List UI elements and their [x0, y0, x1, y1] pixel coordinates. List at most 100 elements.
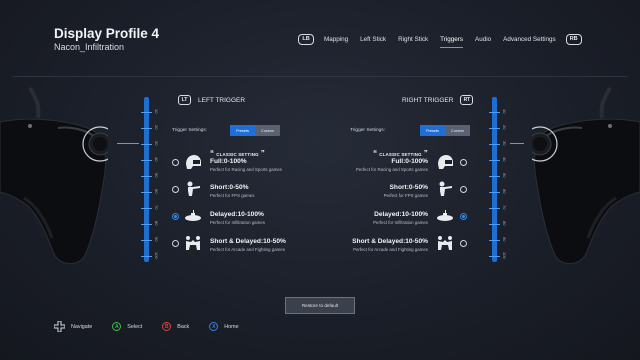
- right-option-short[interactable]: Short:0-50% Perfect for FPS games: [318, 177, 468, 203]
- scale-label: 90: [154, 237, 159, 242]
- radio-button[interactable]: [460, 240, 467, 247]
- scale-tick: [141, 256, 152, 257]
- fighters-icon: [186, 236, 200, 250]
- scale-label: 30: [154, 141, 159, 146]
- right-presets-button[interactable]: Presets: [420, 125, 445, 136]
- shooter-icon: [187, 181, 200, 196]
- header-divider: [12, 76, 628, 77]
- scale-label: 60: [154, 189, 159, 194]
- right-trigger-scale: 10 20 30 40 50 60 70 80 90 100: [488, 97, 512, 262]
- tab-advanced-settings[interactable]: Advanced Settings: [497, 32, 562, 46]
- profile-name: Nacon_Infiltration: [54, 42, 125, 52]
- scale-label: 60: [502, 189, 507, 194]
- rb-bumper-button[interactable]: RB: [565, 33, 582, 45]
- submarine-icon: [437, 210, 453, 221]
- hint-label: Home: [224, 323, 239, 330]
- right-controller-illustration: [532, 86, 640, 265]
- scale-tick: [489, 160, 500, 161]
- dpad-icon: [54, 321, 65, 332]
- left-option-delayed[interactable]: Delayed:10-100% Perfect for Infiltration…: [172, 204, 322, 230]
- left-option-short[interactable]: Short:0-50% Perfect for FPS games: [172, 177, 322, 203]
- scale-tick: [489, 224, 500, 225]
- scale-tick: [141, 192, 152, 193]
- scale-label: 20: [154, 125, 159, 130]
- left-trigger-scale: 10 20 30 40 50 60 70 80 90 100: [140, 97, 164, 262]
- scale-label: 10: [502, 109, 507, 114]
- scale-tick: [141, 240, 152, 241]
- scale-label: 90: [502, 237, 507, 242]
- hint-select: A Select: [112, 322, 142, 331]
- scale-label: 80: [154, 221, 159, 226]
- left-option-short-delayed[interactable]: Short & Delayed:10-50% Perfect for Arcad…: [172, 231, 322, 257]
- lt-badge: LT: [178, 95, 191, 105]
- hint-navigate: Navigate: [54, 321, 92, 332]
- left-presets-button[interactable]: Presets: [230, 125, 255, 136]
- scale-tick: [489, 256, 500, 257]
- option-description: Perfect for FPS games: [210, 193, 255, 198]
- option-name: Short & Delayed:10-50%: [210, 238, 286, 245]
- right-option-delayed[interactable]: Delayed:10-100% Perfect for Infiltration…: [318, 204, 468, 230]
- scale-tick: [489, 208, 500, 209]
- tab-left-stick[interactable]: Left Stick: [354, 32, 392, 46]
- option-description: Perfect for Arcade and Fighting games: [353, 247, 428, 252]
- scale-tick: [141, 224, 152, 225]
- left-controller-illustration: [0, 86, 108, 265]
- fighters-icon: [438, 236, 452, 250]
- option-name: Short:0-50%: [210, 184, 249, 191]
- option-name: Short & Delayed:10-50%: [352, 238, 428, 245]
- tab-audio[interactable]: Audio: [469, 32, 497, 46]
- option-name: Full:0-100%: [210, 158, 247, 165]
- right-scale-track: [492, 97, 497, 262]
- radio-button[interactable]: [172, 186, 179, 193]
- scale-tick: [489, 112, 500, 113]
- option-description: Perfect for Infiltration games: [210, 220, 265, 225]
- left-scale-track: [144, 97, 149, 262]
- right-option-full[interactable]: “CLASSIC SETTING” Full:0-100% Perfect fo…: [318, 150, 468, 176]
- scale-tick: [141, 144, 152, 145]
- restore-default-button[interactable]: Restore to default: [285, 297, 355, 314]
- option-name: Full:0-100%: [391, 158, 428, 165]
- right-callout-line: [510, 143, 524, 144]
- scale-tick: [141, 208, 152, 209]
- right-trigger-settings: Trigger Settings: Presets Custom: [350, 125, 470, 136]
- scale-tick: [489, 176, 500, 177]
- classic-setting-badge: “CLASSIC SETTING”: [210, 149, 265, 158]
- hint-home: X Home: [209, 322, 239, 331]
- tab-right-stick[interactable]: Right Stick: [392, 32, 434, 46]
- radio-button[interactable]: [172, 159, 179, 166]
- radio-button[interactable]: [460, 186, 467, 193]
- scale-label: 80: [502, 221, 507, 226]
- option-name: Short:0-50%: [389, 184, 428, 191]
- left-custom-button[interactable]: Custom: [255, 125, 280, 136]
- option-description: Perfect for Arcade and Fighting games: [210, 247, 285, 252]
- option-description: Perfect for Infiltration games: [373, 220, 428, 225]
- tab-triggers[interactable]: Triggers: [434, 32, 469, 48]
- scale-tick: [489, 128, 500, 129]
- scale-label: 10: [154, 109, 159, 114]
- left-trigger-header: LT LEFT TRIGGER: [178, 95, 252, 105]
- scale-label: 30: [502, 141, 507, 146]
- radio-button[interactable]: [172, 240, 179, 247]
- left-trigger-settings: Trigger Settings: Presets Custom: [172, 125, 280, 136]
- scale-label: 40: [502, 157, 507, 162]
- radio-button-selected[interactable]: [172, 213, 179, 220]
- helmet-icon: [186, 155, 201, 169]
- hint-label: Navigate: [71, 323, 93, 330]
- option-name: Delayed:10-100%: [374, 211, 428, 218]
- a-button-icon: A: [112, 322, 122, 331]
- scale-label: 20: [502, 125, 507, 130]
- radio-button[interactable]: [460, 159, 467, 166]
- x-button-icon: X: [209, 322, 219, 331]
- scale-label: 50: [502, 173, 507, 178]
- classic-setting-badge: “CLASSIC SETTING”: [373, 149, 428, 158]
- right-custom-button[interactable]: Custom: [445, 125, 470, 136]
- left-trigger-title: LEFT TRIGGER: [198, 96, 246, 104]
- hint-label: Back: [177, 323, 190, 330]
- right-option-short-delayed[interactable]: Short & Delayed:10-50% Perfect for Arcad…: [318, 231, 468, 257]
- radio-button-selected[interactable]: [460, 213, 467, 220]
- lb-bumper-button[interactable]: LB: [298, 33, 314, 45]
- option-description: Perfect for FPS games: [383, 193, 428, 198]
- left-option-full[interactable]: “CLASSIC SETTING” Full:0-100% Perfect fo…: [172, 150, 322, 176]
- scale-label: 70: [502, 205, 507, 210]
- tab-mapping[interactable]: Mapping: [318, 32, 354, 46]
